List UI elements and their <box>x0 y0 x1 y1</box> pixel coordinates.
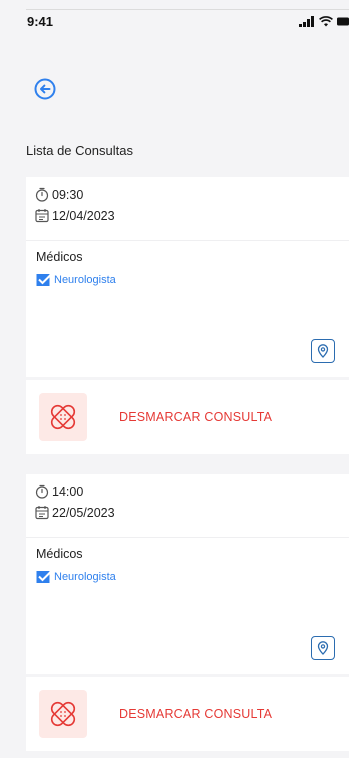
appointment-date: 12/04/2023 <box>52 208 115 223</box>
timer-icon <box>35 187 49 202</box>
location-pin-icon <box>317 344 329 358</box>
arrow-left-circle-icon <box>34 78 56 100</box>
appointment-card: 09:30 12/04/2023 Médicos Neurologista <box>26 177 349 377</box>
bandage-icon <box>50 404 76 430</box>
wifi-icon <box>319 16 333 27</box>
calendar-icon <box>35 209 49 223</box>
top-divider <box>26 9 349 10</box>
checkbox-checked-icon <box>36 273 52 286</box>
calendar-icon <box>35 506 49 520</box>
page-title: Lista de Consultas <box>26 143 133 158</box>
back-button[interactable] <box>34 78 56 100</box>
screen: 9:41 Lista de Consultas 09:30 12/04/2023… <box>0 0 349 758</box>
date-row: 12/04/2023 <box>35 208 115 223</box>
status-bar: 9:41 <box>0 14 349 38</box>
bandage-icon-box <box>39 393 87 441</box>
specialty-item: Neurologista <box>36 570 116 584</box>
cancel-appointment-label: DESMARCAR CONSULTA <box>119 410 273 424</box>
checkbox-checked-icon <box>36 570 52 583</box>
location-pin-icon <box>317 641 329 655</box>
battery-icon <box>337 17 349 26</box>
time-row: 14:00 <box>35 484 83 499</box>
card-divider <box>26 240 349 241</box>
location-button[interactable] <box>311 339 335 363</box>
card-divider <box>26 537 349 538</box>
cancel-appointment-label: DESMARCAR CONSULTA <box>119 707 273 721</box>
location-button[interactable] <box>311 636 335 660</box>
appointment-card: 14:00 22/05/2023 Médicos Neurologista <box>26 474 349 674</box>
bandage-icon-box <box>39 690 87 738</box>
appointment-time: 14:00 <box>52 484 84 499</box>
specialty-label: Neurologista <box>54 571 116 583</box>
appointment-time: 09:30 <box>52 187 84 202</box>
cancel-appointment-button[interactable]: DESMARCAR CONSULTA <box>26 677 349 751</box>
date-row: 22/05/2023 <box>35 505 115 520</box>
specialty-item: Neurologista <box>36 273 116 287</box>
bandage-icon <box>50 701 76 727</box>
timer-icon <box>35 484 49 499</box>
specialty-label: Neurologista <box>54 274 116 286</box>
cancel-appointment-button[interactable]: DESMARCAR CONSULTA <box>26 380 349 454</box>
doctors-label: Médicos <box>36 547 83 561</box>
signal-icon <box>299 16 314 27</box>
doctors-label: Médicos <box>36 250 83 264</box>
status-icons <box>299 16 349 27</box>
status-time: 9:41 <box>27 14 54 29</box>
appointment-date: 22/05/2023 <box>52 505 115 520</box>
time-row: 09:30 <box>35 187 83 202</box>
